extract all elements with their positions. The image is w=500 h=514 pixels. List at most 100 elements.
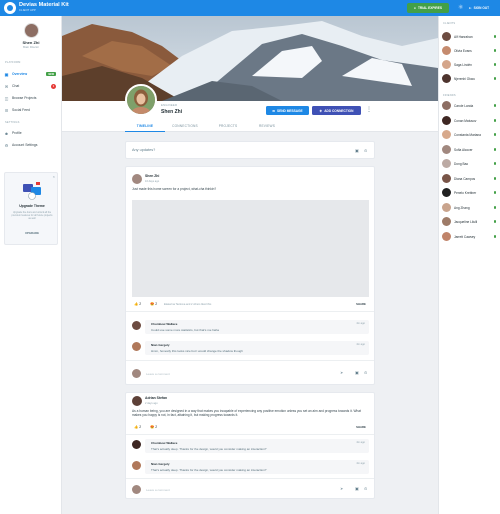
friend-item[interactable]: Dong Bao bbox=[442, 158, 498, 169]
client-item[interactable]: Njerenhi Okwu bbox=[442, 73, 498, 84]
post-author[interactable]: Adrian Stefan bbox=[145, 396, 167, 400]
more-options-icon[interactable]: ⋮ bbox=[366, 106, 372, 115]
divider bbox=[126, 311, 374, 312]
sign-out-button[interactable]: ⇤ SIGN OUT bbox=[469, 3, 497, 13]
friend-item[interactable]: Constanta Mariana bbox=[442, 129, 498, 140]
friend-item[interactable]: Diana Campos bbox=[442, 173, 498, 184]
tab-timeline[interactable]: TIMELINE bbox=[125, 124, 165, 128]
client-item[interactable]: Alf Hanrahan bbox=[442, 31, 498, 42]
friend-item[interactable]: Conan Matusov bbox=[442, 115, 498, 126]
friend-item[interactable]: Jacqueline Lilulli bbox=[442, 216, 498, 227]
client-item[interactable]: Olivia Evans bbox=[442, 45, 498, 56]
client-item[interactable]: Saga Lindén bbox=[442, 59, 498, 70]
divider bbox=[126, 478, 374, 479]
avatar bbox=[442, 188, 451, 197]
profile-avatar[interactable] bbox=[125, 84, 157, 116]
client-name: Alf Hanrahan bbox=[454, 34, 473, 39]
sidebar-item-profile[interactable]: ☻ Profile bbox=[4, 129, 58, 137]
left-sidebar: Shen Zhi Brain Director PLATFORM ▣ Overv… bbox=[0, 16, 62, 514]
tab-reviews[interactable]: REVIEWS bbox=[247, 124, 287, 128]
avatar bbox=[442, 159, 451, 168]
comment: Nian Gergely 4m ago That's actually deep… bbox=[145, 460, 369, 474]
avatar bbox=[442, 130, 451, 139]
friend-item[interactable]: Penelo Krebber bbox=[442, 187, 498, 198]
share-button[interactable]: SHARE bbox=[353, 301, 369, 307]
attach-icon[interactable]: ⊙ bbox=[364, 370, 368, 375]
avatar bbox=[442, 174, 451, 183]
comment-input[interactable]: Leave a comment bbox=[146, 488, 170, 492]
online-status-dot bbox=[493, 162, 496, 165]
tab-connections[interactable]: CONNECTIONS bbox=[165, 124, 205, 128]
send-message-label: SEND MESSAGE bbox=[276, 108, 303, 113]
send-icon[interactable]: ➤ bbox=[340, 370, 344, 375]
online-status-dot bbox=[493, 177, 496, 180]
sidebar-item-overview[interactable]: ▣ Overview NEW bbox=[4, 70, 58, 78]
close-icon[interactable]: × bbox=[53, 174, 55, 179]
like-button[interactable]: 👍 2 bbox=[134, 425, 141, 429]
trial-expires-button[interactable]: ● TRIAL EXPIRES bbox=[407, 3, 449, 13]
post-image[interactable] bbox=[132, 200, 369, 297]
friend-name: Constanta Mariana bbox=[454, 132, 481, 137]
friend-name: Ang Zhang bbox=[454, 205, 470, 210]
friend-item[interactable]: Carole Landa bbox=[442, 100, 498, 111]
comment-text: That's actually deep. Thanks for the des… bbox=[151, 468, 267, 472]
send-message-button[interactable]: ✉ SEND MESSAGE bbox=[266, 106, 309, 115]
image-icon[interactable]: ▣ bbox=[355, 486, 359, 491]
avatar bbox=[442, 232, 451, 241]
post-author-avatar[interactable] bbox=[132, 174, 142, 184]
friend-name: Sofia Alcocer bbox=[454, 147, 473, 152]
thumbs-up-icon: 👍 bbox=[134, 302, 139, 306]
comment-input[interactable]: Leave a comment bbox=[146, 372, 170, 376]
friend-name: Jacqueline Lilulli bbox=[454, 219, 478, 224]
sign-out-icon: ⇤ bbox=[469, 6, 472, 10]
online-status-dot bbox=[493, 35, 496, 38]
app-title: Devias Material Kit bbox=[19, 2, 69, 8]
comment-avatar[interactable] bbox=[132, 461, 141, 470]
post-author-avatar[interactable] bbox=[132, 396, 142, 406]
heart-icon: 😍 bbox=[150, 302, 155, 306]
like-button[interactable]: 👍 2 bbox=[134, 302, 141, 306]
comment-avatar[interactable] bbox=[132, 440, 141, 449]
post-author[interactable]: Shen Zhi bbox=[145, 174, 159, 178]
comment-author[interactable]: Nian Gergely bbox=[151, 343, 170, 347]
friend-item[interactable]: Sofia Alcocer bbox=[442, 144, 498, 155]
comment-author[interactable]: Chumbow Wallace bbox=[151, 322, 177, 326]
image-icon[interactable]: ▣ bbox=[355, 148, 359, 153]
upgrade-card: × Upgrade Theme Upgrade the docs and unl… bbox=[4, 172, 58, 245]
status-update-input[interactable]: Any updates? bbox=[132, 148, 155, 152]
online-status-dot bbox=[493, 77, 496, 80]
attach-icon[interactable]: ⊙ bbox=[364, 148, 368, 153]
comment-avatar[interactable] bbox=[132, 321, 141, 330]
sidebar-item-social-feed[interactable]: ☰ Social Feed bbox=[4, 106, 58, 114]
heart-button[interactable]: 😍 2 bbox=[150, 425, 157, 429]
sidebar-item-label: Overview bbox=[12, 72, 28, 76]
add-connection-button[interactable]: ✚ ADD CONNECTION bbox=[312, 106, 361, 115]
upgrade-button[interactable]: UPGRADE bbox=[20, 230, 44, 236]
avatar bbox=[442, 32, 451, 41]
upgrade-title: Upgrade Theme bbox=[19, 204, 45, 208]
app-logo-icon[interactable] bbox=[4, 2, 16, 14]
avatar bbox=[442, 74, 451, 83]
comment-author[interactable]: Chumbow Wallace bbox=[151, 441, 177, 445]
send-icon[interactable]: ➤ bbox=[340, 486, 344, 491]
sidebar-item-chat[interactable]: ✉ Chat 3 bbox=[4, 82, 58, 90]
new-badge: NEW bbox=[46, 72, 56, 76]
attach-icon[interactable]: ⊙ bbox=[364, 486, 368, 491]
tab-projects[interactable]: PROJECTS bbox=[208, 124, 248, 128]
user-avatar[interactable] bbox=[24, 23, 39, 38]
avatar bbox=[442, 145, 451, 154]
friend-item[interactable]: Jarrett Cawsey bbox=[442, 231, 498, 242]
notifications-bell-icon[interactable]: ⚛ bbox=[458, 4, 463, 12]
sidebar-item-account-settings[interactable]: ⚙ Account Settings bbox=[4, 141, 58, 149]
online-status-dot bbox=[493, 49, 496, 52]
image-icon[interactable]: ▣ bbox=[355, 370, 359, 375]
avatar bbox=[442, 116, 451, 125]
heart-icon: 😍 bbox=[150, 425, 155, 429]
comment-avatar[interactable] bbox=[132, 342, 141, 351]
feed-icon: ☰ bbox=[4, 107, 9, 113]
comment-author[interactable]: Nian Gergely bbox=[151, 462, 170, 466]
friend-item[interactable]: Ang Zhang bbox=[442, 202, 498, 213]
sidebar-item-browse-projects[interactable]: ◫ Browse Projects bbox=[4, 94, 58, 102]
heart-button[interactable]: 😍 2 bbox=[150, 302, 157, 306]
share-button[interactable]: SHARE bbox=[353, 424, 369, 430]
